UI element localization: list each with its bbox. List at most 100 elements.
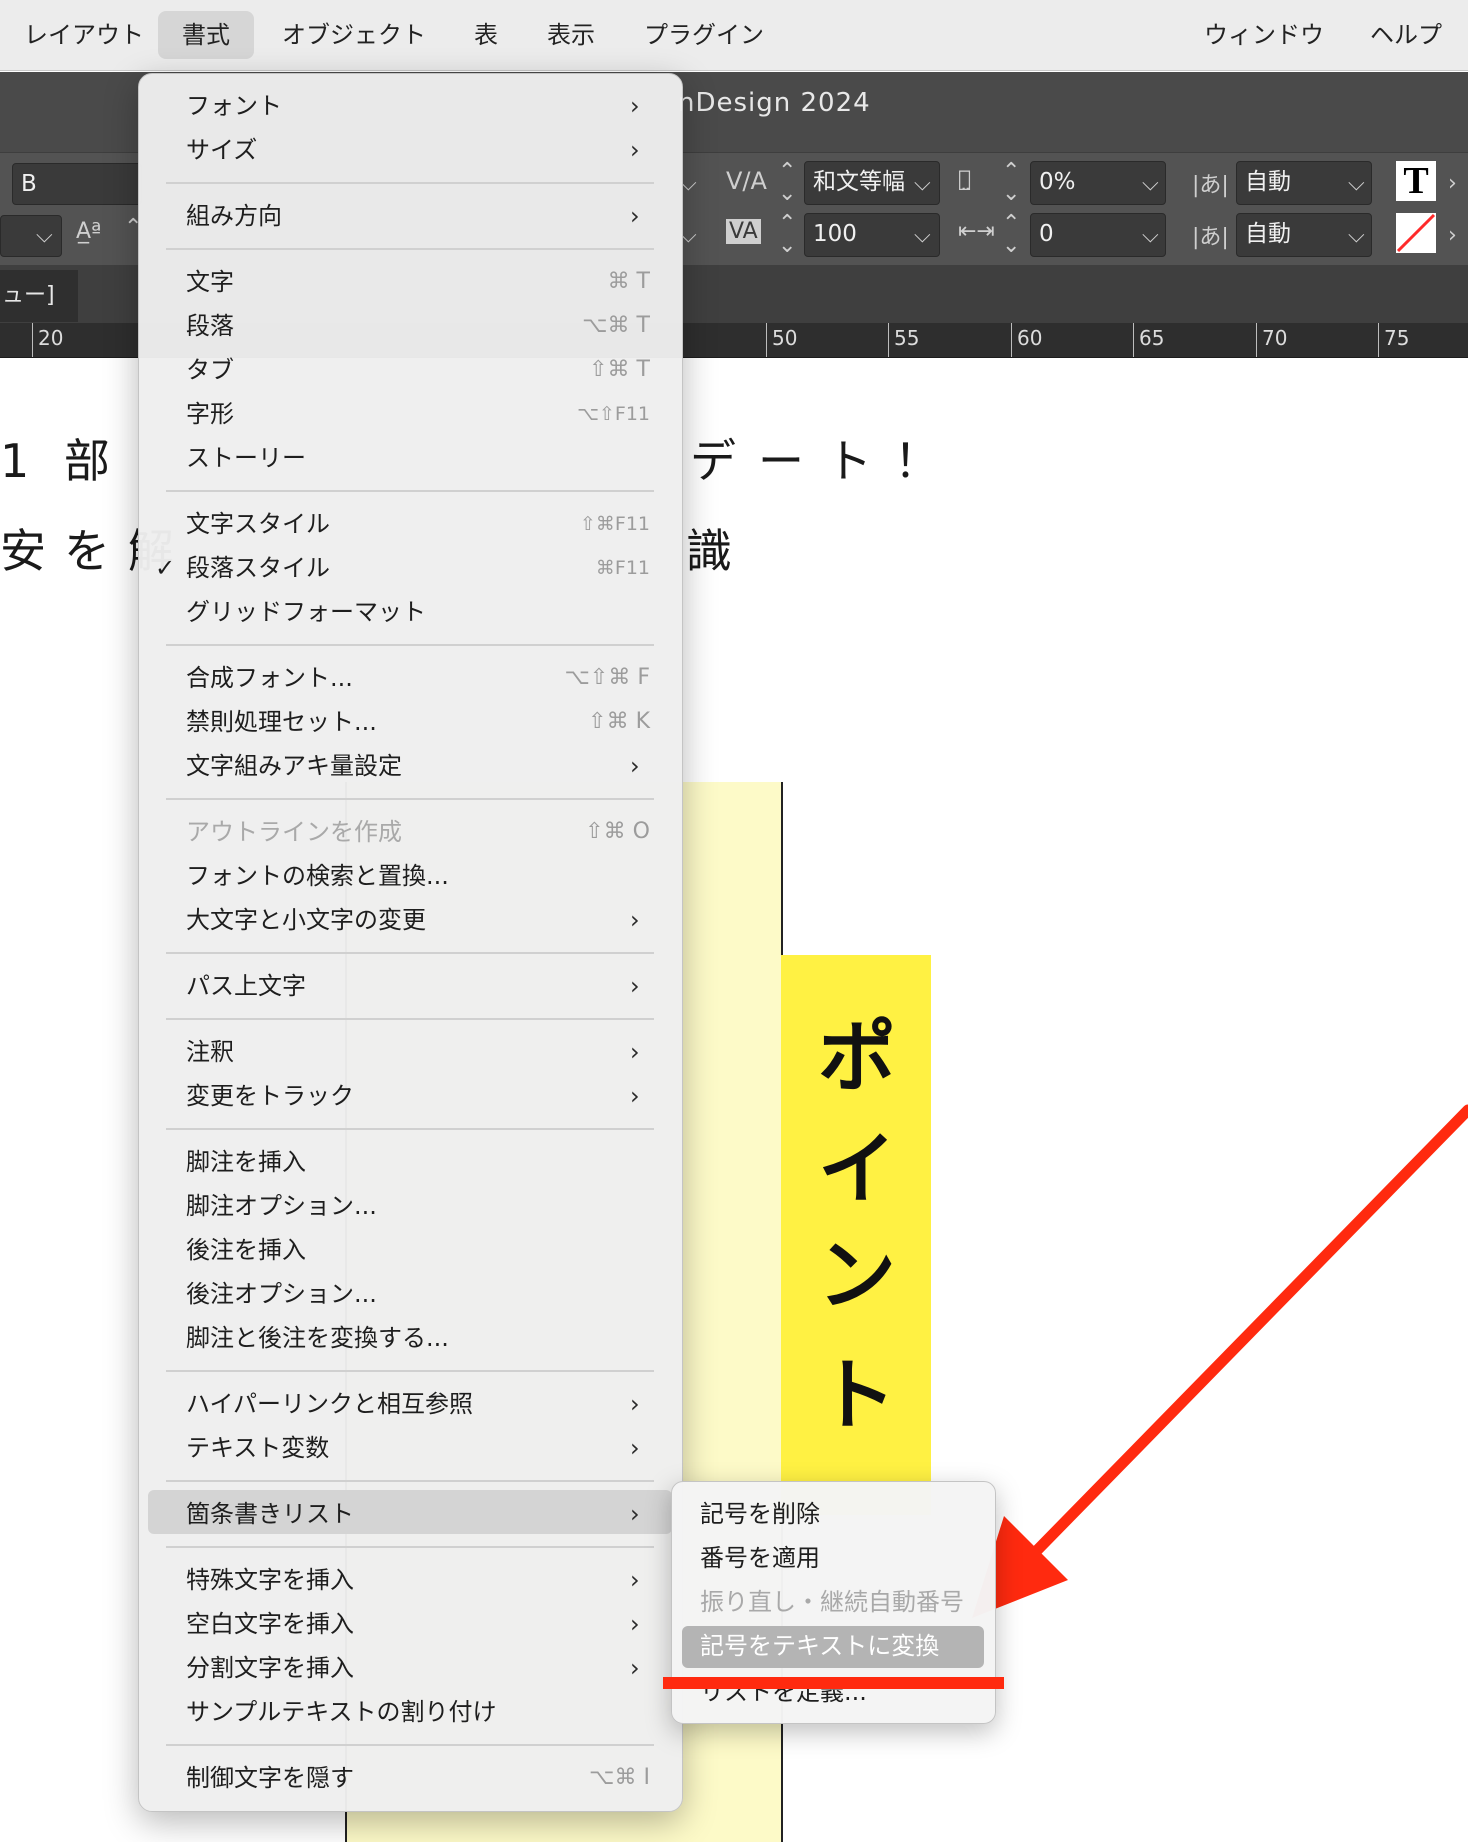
menu-view[interactable]: 表示 (523, 11, 619, 59)
menu-window[interactable]: ウィンドウ (1180, 11, 1348, 59)
menu-item-paragraph[interactable]: 段落 (186, 308, 234, 344)
text-color-icon[interactable]: T (1396, 161, 1436, 201)
chevron-right-icon: › (630, 202, 640, 230)
menu-shortcut: ⌥⇧⌘ F (564, 665, 650, 690)
menu-item-story[interactable]: ストーリー (186, 440, 306, 476)
menu-item-insert-footnote[interactable]: 脚注を挿入 (186, 1144, 306, 1180)
menu-item-track-changes[interactable]: 変更をトラック (186, 1078, 354, 1114)
menu-item-size[interactable]: サイズ (186, 132, 257, 168)
menu-item-composite-fonts[interactable]: 合成フォント... (186, 660, 353, 696)
menu-separator (166, 1018, 654, 1020)
menu-item-mojikumi[interactable]: 文字組みアキ量設定 (186, 748, 402, 784)
baseline-shift-icon: A̲ª (76, 219, 102, 244)
menu-help[interactable]: ヘルプ (1346, 11, 1466, 59)
menu-format[interactable]: 書式 (158, 11, 254, 59)
chevron-down-icon[interactable]: ⌵ (36, 223, 53, 248)
menu-item-grid-format[interactable]: グリッドフォーマット (186, 594, 426, 630)
menu-separator (166, 1128, 654, 1130)
submenu-item-apply-numbers[interactable]: 番号を適用 (700, 1540, 820, 1576)
menu-object[interactable]: オブジェクト (258, 11, 450, 59)
tracking-stepper-icon[interactable]: ⌃ ⌄ (778, 213, 796, 257)
chevron-right-icon: › (630, 92, 640, 120)
document-heading-text: デート！ (690, 434, 962, 488)
ruler-label: 75 (1378, 323, 1409, 357)
menu-item-text-direction[interactable]: 組み方向 (186, 198, 282, 234)
menu-item-paragraph-styles[interactable]: 段落スタイル (186, 550, 330, 586)
menu-item-tabs[interactable]: タブ (186, 352, 234, 388)
menu-item-font[interactable]: フォント (186, 88, 282, 124)
menu-item-find-font[interactable]: フォントの検索と置換... (186, 858, 449, 894)
menu-item-insert-break[interactable]: 分割文字を挿入 (186, 1650, 354, 1686)
menu-item-insert-white-space[interactable]: 空白文字を挿入 (186, 1606, 354, 1642)
chevron-down-icon[interactable]: ⌵ (1142, 171, 1159, 196)
menu-shortcut: ⌥⇧F11 (577, 403, 650, 425)
menu-item-convert-notes[interactable]: 脚注と後注を変換する... (186, 1320, 449, 1356)
menu-item-change-case[interactable]: 大文字と小文字の変更 (186, 902, 426, 938)
menu-shortcut: ⌥⌘ T (582, 313, 650, 338)
menu-table[interactable]: 表 (450, 11, 522, 59)
chevron-right-icon: › (630, 1038, 640, 1066)
chevron-down-icon[interactable]: ⌵ (914, 223, 931, 248)
menu-item-insert-endnote[interactable]: 後注を挿入 (186, 1232, 306, 1268)
chevron-down-icon[interactable]: ⌵ (914, 171, 931, 196)
menu-item-notes[interactable]: 注釈 (186, 1034, 234, 1070)
menu-item-insert-special-char[interactable]: 特殊文字を挿入 (186, 1562, 354, 1598)
baseline-stepper-icon[interactable]: ⌃ ⌄ (1002, 213, 1020, 257)
checkmark-icon: ✓ (155, 554, 176, 582)
menu-shortcut: ⇧⌘ T (589, 357, 650, 382)
chevron-right-icon: › (630, 1390, 640, 1418)
kerning-stepper-icon[interactable]: ⌃ ⌄ (778, 161, 796, 205)
chevron-right-icon: › (630, 1566, 640, 1594)
menu-item-bulleted-lists[interactable]: 箇条書きリスト (186, 1496, 354, 1532)
window-title: nDesign 2024 (678, 88, 871, 118)
annotation-arrow (972, 1104, 1468, 1618)
submenu-item-remove-bullets[interactable]: 記号を削除 (700, 1496, 820, 1532)
point-label-char: イ (818, 1125, 897, 1215)
font-style-field[interactable]: B (12, 163, 142, 205)
ruler-label: 60 (1011, 323, 1042, 357)
menu-plugins[interactable]: プラグイン (620, 11, 788, 59)
menu-separator (166, 644, 654, 646)
submenu-item-convert-to-text[interactable]: 記号をテキストに変換 (700, 1628, 939, 1664)
menu-separator (166, 1370, 654, 1372)
menu-shortcut: ⇧⌘F11 (579, 513, 650, 535)
document-heading-text: 1 部 (0, 434, 120, 488)
menu-item-character[interactable]: 文字 (186, 264, 234, 300)
chevron-down-icon[interactable]: ⌵ (1142, 223, 1159, 248)
chevron-right-icon: › (630, 136, 640, 164)
menu-item-type-on-path[interactable]: パス上文字 (186, 968, 306, 1004)
chevron-right-icon: › (630, 752, 640, 780)
baseline-icon: ⇤⇥ (958, 219, 995, 244)
menu-shortcut: ⇧⌘ K (588, 709, 650, 734)
document-subheading-text: 識 (686, 524, 732, 578)
menu-item-endnote-options[interactable]: 後注オプション... (186, 1276, 377, 1312)
document-tab[interactable]: ュー] (0, 270, 78, 322)
ruler-label: 50 (766, 323, 797, 357)
menu-separator (166, 1480, 654, 1482)
chevron-right-icon[interactable]: › (1448, 223, 1457, 248)
point-label-char: ン (818, 1231, 897, 1321)
chevron-down-icon[interactable]: ⌵ (1348, 171, 1365, 196)
chevron-down-icon[interactable]: ⌵ (1348, 223, 1365, 248)
chevron-right-icon[interactable]: › (1448, 171, 1457, 196)
menu-item-text-variables[interactable]: テキスト変数 (186, 1430, 329, 1466)
menu-item-glyphs[interactable]: 字形 (186, 396, 234, 432)
chevron-right-icon: › (630, 1500, 640, 1528)
menu-item-fill-placeholder[interactable]: サンプルテキストの割り付け (186, 1694, 497, 1730)
menu-item-hyperlinks[interactable]: ハイパーリンクと相互参照 (186, 1386, 473, 1422)
chevron-right-icon: › (630, 1082, 640, 1110)
menu-shortcut: ⌥⌘ I (589, 1765, 650, 1790)
menu-separator (166, 1744, 654, 1746)
menu-shortcut: ⌘F11 (595, 557, 650, 579)
menu-shortcut: ⌘ T (607, 269, 650, 294)
menu-item-character-styles[interactable]: 文字スタイル (186, 506, 330, 542)
menu-item-hide-hidden-chars[interactable]: 制御文字を隠す (186, 1760, 354, 1796)
tsume-stepper-icon[interactable]: ⌃ ⌄ (1002, 161, 1020, 205)
menu-layout[interactable]: レイアウト (0, 11, 168, 59)
menu-separator (166, 248, 654, 250)
chevron-right-icon: › (630, 972, 640, 1000)
menu-item-footnote-options[interactable]: 脚注オプション... (186, 1188, 377, 1224)
stroke-none-icon[interactable] (1396, 213, 1436, 253)
menu-item-kinsoku-sets[interactable]: 禁則処理セット... (186, 704, 377, 740)
menu-separator (166, 798, 654, 800)
